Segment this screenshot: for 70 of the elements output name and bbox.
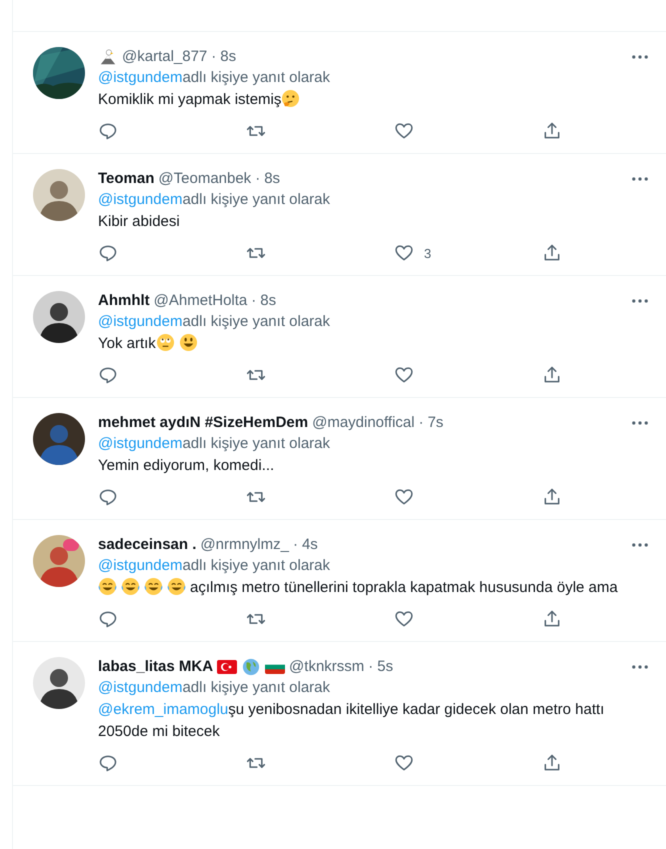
tweet-text: Kibir abidesi <box>98 212 181 232</box>
user-name[interactable]: Teoman <box>98 169 154 189</box>
like-icon[interactable] <box>394 243 414 263</box>
more-icon[interactable] <box>632 55 648 59</box>
user-name[interactable]: mehmet aydıN #SizeHemDem <box>98 413 308 433</box>
flag-icon <box>265 658 286 676</box>
tweet-time[interactable]: 8s <box>264 169 280 189</box>
grin-emoji-icon <box>178 333 198 352</box>
tweet-text: Komiklik mi yapmak istemiş <box>98 89 654 111</box>
user-handle[interactable]: @kartal_877 <box>122 47 208 67</box>
tweet-text: @ekrem_imamogluşu yenibosnadan ikitelliye kadar gidecek olan metro hattı 2050de mi bitecek <box>98 700 606 742</box>
reply-context: adlı kişiye yanıt olarak <box>182 313 330 330</box>
tweet-text: Yemin ediyorum, komedi... <box>98 456 276 476</box>
more-icon[interactable] <box>632 421 648 425</box>
more-icon[interactable] <box>632 665 648 669</box>
tweet-text: Yok artık <box>98 333 654 355</box>
reply-icon[interactable] <box>98 753 118 773</box>
user-name[interactable]: Ahmhlt <box>98 291 150 311</box>
share-icon[interactable] <box>542 753 562 773</box>
reply-context: adlı kişiye yanıt olarak <box>182 69 330 86</box>
more-icon[interactable] <box>632 299 648 303</box>
tweet-time[interactable]: 4s <box>302 535 318 555</box>
like-icon[interactable] <box>394 121 414 141</box>
separator-dot: · <box>292 535 298 555</box>
flag-icon <box>217 658 238 676</box>
tears-emoji-icon <box>121 577 140 596</box>
share-icon[interactable] <box>542 121 562 141</box>
user-handle[interactable]: @tknkrssm <box>289 657 364 677</box>
user-name[interactable]: labas_litas MKA <box>98 657 214 677</box>
tweet-time[interactable]: 7s <box>428 413 444 433</box>
reply-context: adlı kişiye yanıt olarak <box>182 191 330 208</box>
share-icon[interactable] <box>542 609 562 629</box>
more-icon[interactable] <box>632 177 648 181</box>
user-name[interactable]: sadeceinsan . <box>98 535 196 555</box>
tweet-text: açılmış metro tünellerini toprakla kapatmak hususunda öyle ama <box>98 577 654 599</box>
tweet-time[interactable]: 5s <box>377 657 394 677</box>
user-handle[interactable]: @maydinoffical <box>312 413 415 433</box>
separator-dot: · <box>211 47 216 67</box>
separator-dot: · <box>251 291 256 311</box>
user-handle[interactable]: @nrmnylmz_ <box>200 535 289 555</box>
share-icon[interactable] <box>542 487 562 507</box>
globe-icon <box>241 658 262 676</box>
user-handle[interactable]: @Teomanbek <box>158 169 252 189</box>
tweet-time[interactable]: 8s <box>260 291 276 311</box>
tears-emoji-icon <box>144 577 163 596</box>
tears-emoji-icon <box>167 577 186 596</box>
share-icon[interactable] <box>542 243 562 263</box>
tweet-time[interactable]: 8s <box>220 47 236 67</box>
reply-icon[interactable] <box>98 121 118 141</box>
like-count: 3 <box>424 246 432 260</box>
eyeroll-emoji-icon <box>156 333 175 352</box>
reply-icon[interactable] <box>98 609 118 629</box>
like-icon[interactable] <box>394 609 414 629</box>
like-icon[interactable] <box>394 753 414 773</box>
user-handle[interactable]: @AhmetHolta <box>154 291 248 311</box>
reply-context: adlı kişiye yanıt olarak <box>182 557 330 574</box>
thinking-emoji-icon <box>281 89 300 108</box>
reply-icon[interactable] <box>98 243 118 263</box>
reply-icon[interactable] <box>98 365 118 385</box>
tears-emoji-icon <box>98 577 117 596</box>
separator-dot: · <box>368 657 374 677</box>
more-icon[interactable] <box>632 543 648 547</box>
separator-dot: · <box>255 169 260 189</box>
reply-context: adlı kişiye yanıt olarak <box>182 435 330 452</box>
reply-icon[interactable] <box>98 487 118 507</box>
like-icon[interactable] <box>394 365 414 385</box>
separator-dot: · <box>418 413 424 433</box>
like-icon[interactable] <box>394 487 414 507</box>
share-icon[interactable] <box>542 365 562 385</box>
reply-context: adlı kişiye yanıt olarak <box>182 679 330 696</box>
